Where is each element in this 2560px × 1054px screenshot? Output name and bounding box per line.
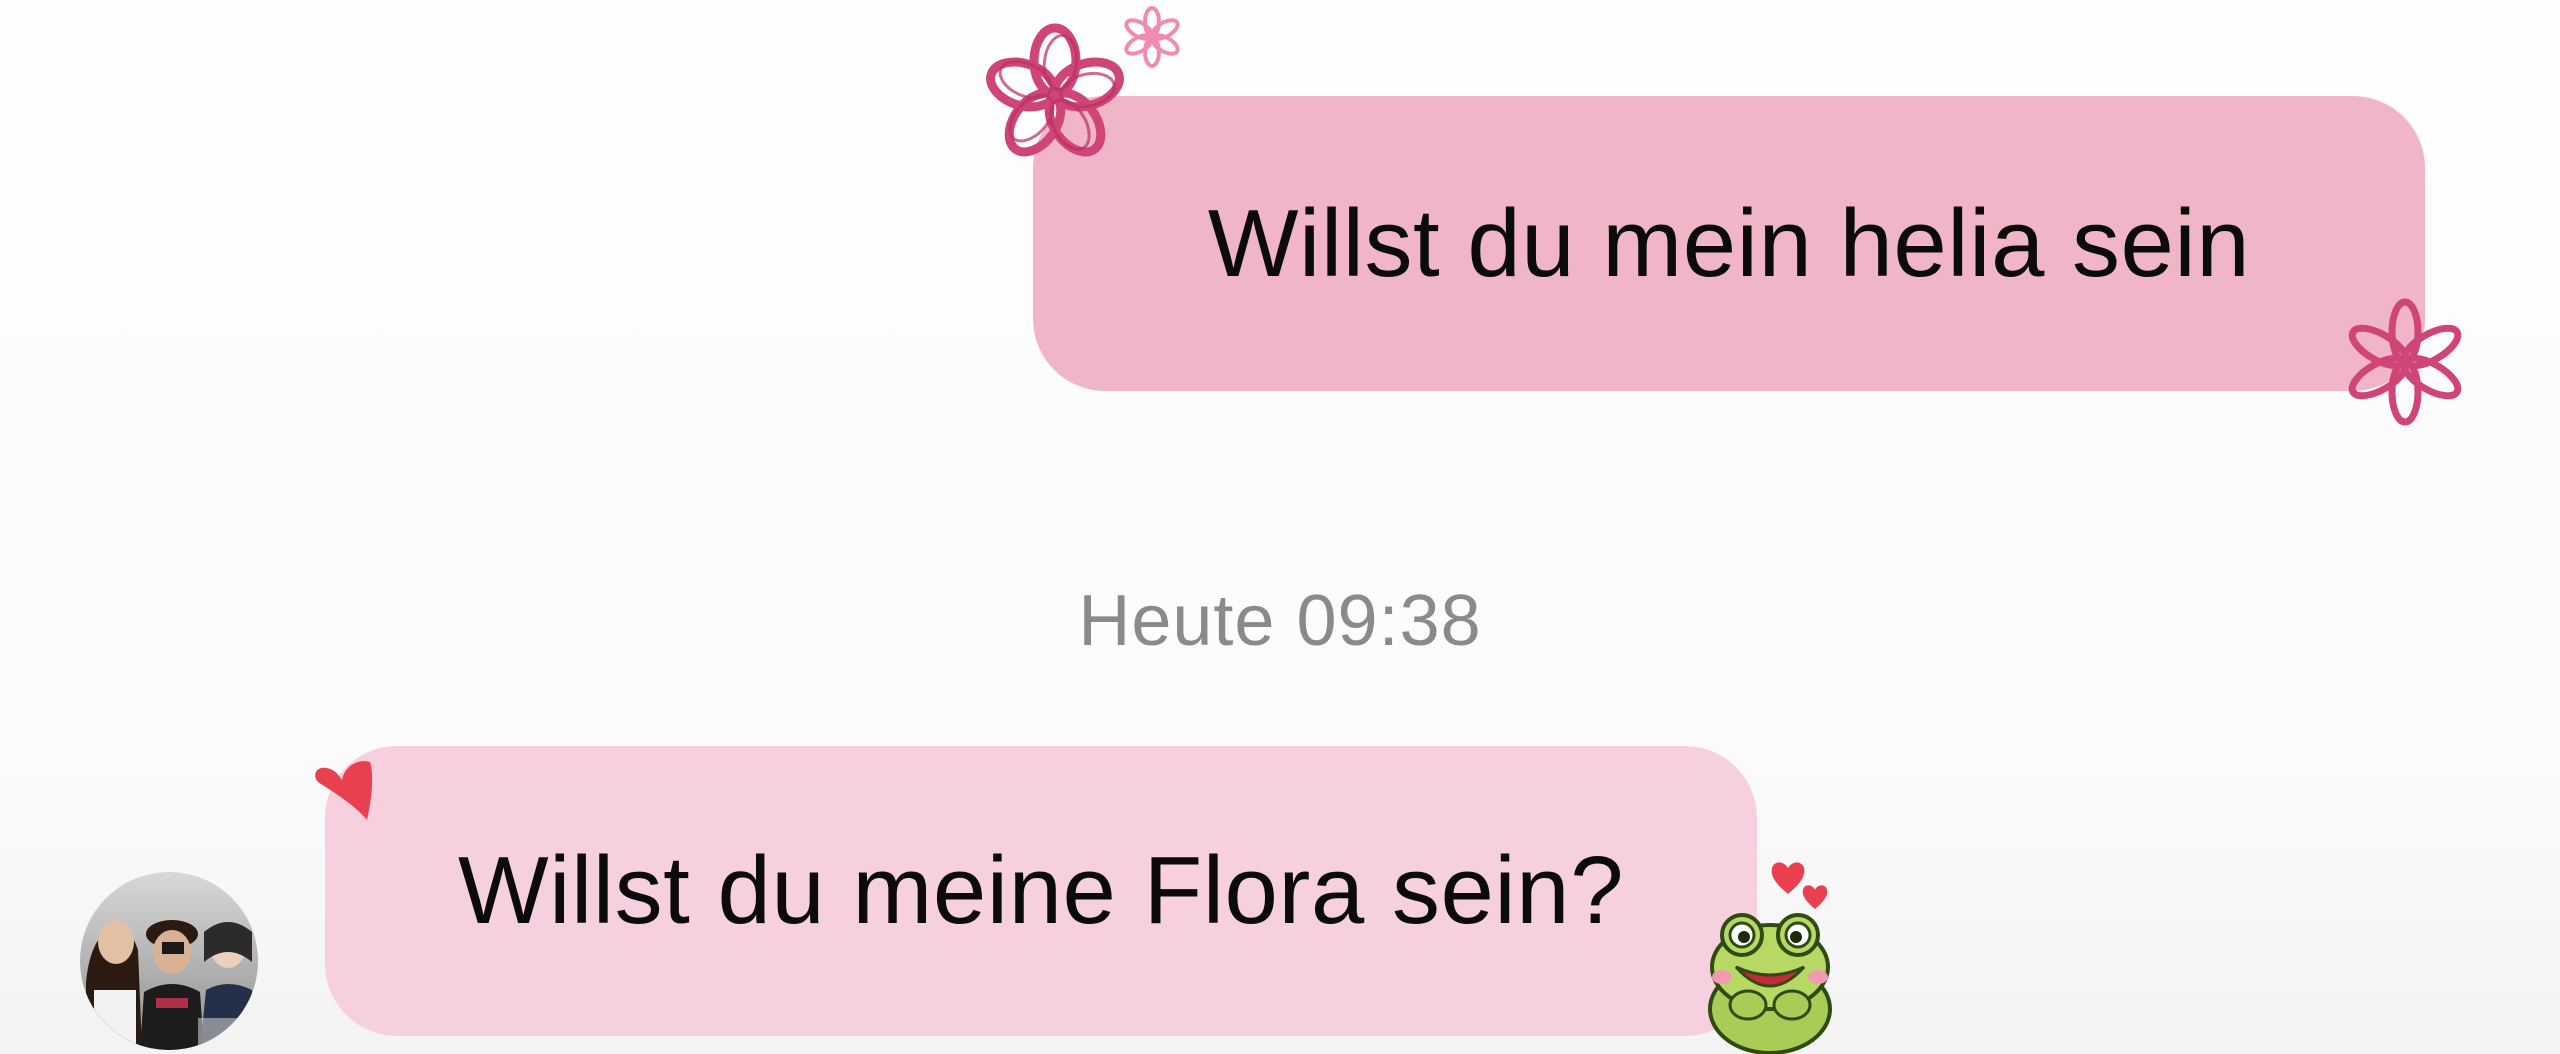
- outgoing-message-text: Willst du mein helia sein: [1207, 189, 2251, 297]
- flower-icon: [986, 23, 1124, 157]
- incoming-message-bubble[interactable]: Willst du meine Flora sein?: [325, 746, 1757, 1036]
- chat-thread: Willst du mein helia sein Heute 09:38 Wi…: [0, 0, 2560, 1054]
- avatar[interactable]: [80, 872, 258, 1050]
- incoming-message-text: Willst du meine Flora sein?: [458, 837, 1624, 944]
- flower-icon: [2348, 298, 2462, 426]
- flower-icon: [1124, 6, 1180, 68]
- outgoing-message-bubble[interactable]: Willst du mein helia sein: [1033, 96, 2425, 391]
- frog-sticker-icon: [1708, 913, 1832, 1054]
- heart-icon: [315, 761, 373, 820]
- message-timestamp: Heute 09:38: [1078, 581, 1482, 661]
